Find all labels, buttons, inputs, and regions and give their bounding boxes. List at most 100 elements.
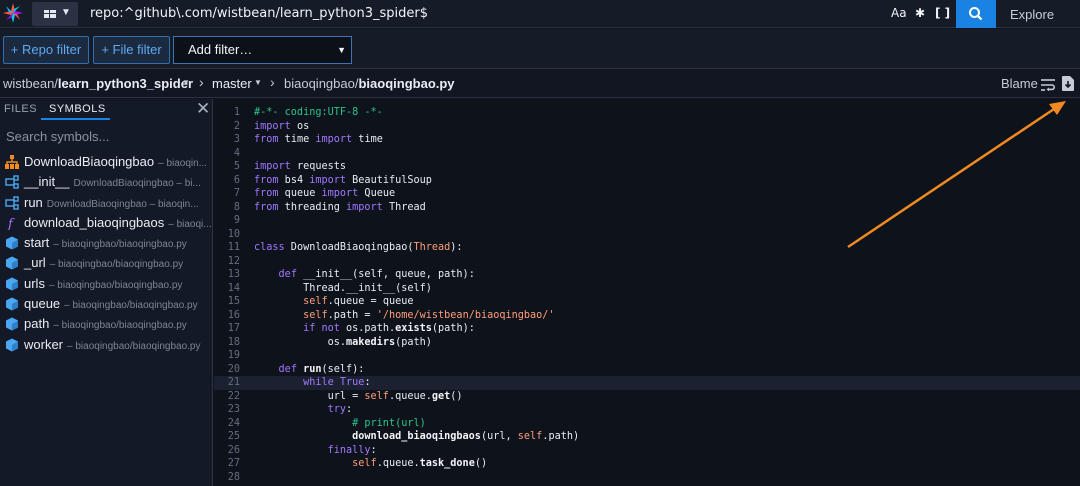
line-number[interactable]: 19	[214, 349, 240, 363]
code-line[interactable]: 23 try:	[214, 403, 1080, 417]
code-text: from threading import Thread	[254, 201, 426, 213]
line-number[interactable]: 17	[214, 322, 240, 336]
chevron-down-icon[interactable]: ▼	[182, 78, 190, 87]
code-line[interactable]: 12	[214, 255, 1080, 269]
method-icon	[5, 175, 19, 189]
breadcrumb-repo[interactable]: wistbean/learn_python3_spider	[3, 76, 193, 91]
tab-files[interactable]: FILES	[4, 103, 37, 115]
structural-search-toggle[interactable]: [ ]	[935, 6, 950, 20]
line-number[interactable]: 8	[214, 201, 240, 215]
add-filter-label: Add filter…	[188, 42, 253, 57]
line-number[interactable]: 3	[214, 133, 240, 147]
case-sensitivity-toggle[interactable]: Aa	[891, 6, 907, 20]
code-line[interactable]: 25 download_biaoqingbaos(url, self.path)	[214, 430, 1080, 444]
sidebar: FILES SYMBOLS ✕ DownloadBiaoqingbao– bia…	[0, 99, 213, 486]
explore-link[interactable]: Explore	[1010, 7, 1054, 22]
line-number[interactable]: 2	[214, 120, 240, 134]
code-line[interactable]: 26 finally:	[214, 444, 1080, 458]
symbol-name: run DownloadBiaoqingbao – biaoqin...	[24, 194, 199, 210]
symbol-search-input[interactable]	[0, 125, 212, 147]
search-context-dropdown[interactable]: ▼	[32, 2, 78, 26]
code-line[interactable]: 17 if not os.path.exists(path):	[214, 322, 1080, 336]
symbol-item[interactable]: start – biaoqingbao/biaoqingbao.py	[0, 233, 212, 253]
line-number[interactable]: 4	[214, 147, 240, 161]
line-number[interactable]: 26	[214, 444, 240, 458]
line-number[interactable]: 16	[214, 309, 240, 323]
symbol-item[interactable]: f download_biaoqingbaos – biaoqi...	[0, 213, 212, 233]
line-number[interactable]: 5	[214, 160, 240, 174]
view-raw-file-icon[interactable]	[1062, 76, 1074, 91]
code-line[interactable]: 18 os.makedirs(path)	[214, 336, 1080, 350]
sourcegraph-logo-icon[interactable]	[2, 2, 24, 24]
svg-text:f: f	[7, 217, 15, 230]
symbol-item[interactable]: worker – biaoqingbao/biaoqingbao.py	[0, 335, 212, 355]
symbol-item[interactable]: _url – biaoqingbao/biaoqingbao.py	[0, 253, 212, 273]
repo-filter-button[interactable]: + Repo filter	[3, 36, 89, 64]
line-number[interactable]: 11	[214, 241, 240, 255]
symbol-item[interactable]: path – biaoqingbao/biaoqingbao.py	[0, 314, 212, 334]
code-line[interactable]: 19	[214, 349, 1080, 363]
line-number[interactable]: 20	[214, 363, 240, 377]
line-number[interactable]: 21	[214, 376, 240, 390]
symbol-location: – biaoqingbao/biaoqingbao.py	[48, 279, 183, 291]
code-line[interactable]: 15 self.queue = queue	[214, 295, 1080, 309]
variable-icon	[5, 297, 19, 311]
symbol-location: – biaoqin...	[158, 158, 208, 169]
line-number[interactable]: 28	[214, 471, 240, 485]
add-filter-select[interactable]: Add filter… ▼	[173, 36, 352, 64]
line-number[interactable]: 9	[214, 214, 240, 228]
symbol-item[interactable]: DownloadBiaoqingbao – biaoqin...	[0, 152, 212, 172]
code-line[interactable]: 21 while True:	[214, 376, 1080, 390]
variable-icon	[5, 256, 19, 270]
line-number[interactable]: 1	[214, 106, 240, 120]
symbol-name: urls – biaoqingbao/biaoqingbao.py	[24, 275, 183, 291]
code-line[interactable]: 16 self.path = '/home/wistbean/biaoqingb…	[214, 309, 1080, 323]
wrap-lines-icon[interactable]	[1040, 78, 1056, 92]
annotation-arrow	[847, 101, 1066, 249]
line-number[interactable]: 6	[214, 174, 240, 188]
line-number[interactable]: 13	[214, 268, 240, 282]
symbol-item[interactable]: queue – biaoqingbao/biaoqingbao.py	[0, 294, 212, 314]
close-icon[interactable]: ✕	[196, 99, 210, 119]
regex-toggle[interactable]: ✱	[915, 6, 925, 20]
code-text: from bs4 import BeautifulSoup	[254, 174, 432, 186]
symbol-item[interactable]: run DownloadBiaoqingbao – biaoqin...	[0, 193, 212, 213]
search-button[interactable]	[956, 0, 996, 28]
tab-symbols[interactable]: SYMBOLS	[49, 103, 106, 115]
blame-button[interactable]: Blame	[1001, 76, 1038, 91]
code-text: def run(self):	[278, 363, 365, 375]
symbol-location: – biaoqingbao/biaoqingbao.py	[49, 259, 184, 271]
line-number[interactable]: 18	[214, 336, 240, 350]
line-number[interactable]: 14	[214, 282, 240, 296]
line-number[interactable]: 23	[214, 403, 240, 417]
code-line[interactable]: 28	[214, 471, 1080, 485]
code-line[interactable]: 22 url = self.queue.get()	[214, 390, 1080, 404]
code-text: if not os.path.exists(path):	[303, 323, 475, 334]
symbol-location: DownloadBiaoqingbao – bi...	[73, 178, 201, 190]
code-line[interactable]: 20 def run(self):	[214, 363, 1080, 377]
line-number[interactable]: 7	[214, 187, 240, 201]
line-number[interactable]: 27	[214, 457, 240, 471]
symbol-item[interactable]: __init__ DownloadBiaoqingbao – bi...	[0, 172, 212, 192]
code-line[interactable]: 27 self.queue.task_done()	[214, 457, 1080, 471]
code-line[interactable]: 13 def __init__(self, queue, path):	[214, 268, 1080, 282]
symbol-item[interactable]: urls – biaoqingbao/biaoqingbao.py	[0, 274, 212, 294]
chevron-down-icon: ▼	[337, 45, 346, 55]
line-number[interactable]: 22	[214, 390, 240, 404]
line-number[interactable]: 15	[214, 295, 240, 309]
line-number[interactable]: 24	[214, 417, 240, 431]
line-number[interactable]: 12	[214, 255, 240, 269]
search-query-input[interactable]: repo:^github\.com/wistbean/learn_python3…	[90, 6, 428, 21]
code-line[interactable]: 14 Thread.__init__(self)	[214, 282, 1080, 296]
symbol-location: – biaoqi...	[168, 218, 212, 230]
chevron-down-icon[interactable]: ▼	[254, 78, 262, 87]
code-line[interactable]: 24 # print(url)	[214, 417, 1080, 431]
file-filter-button[interactable]: + File filter	[93, 36, 170, 64]
code-text: url = self.queue.get()	[254, 390, 463, 402]
line-number[interactable]: 10	[214, 228, 240, 242]
code-text: self.queue = queue	[303, 296, 414, 307]
breadcrumb-path[interactable]: biaoqingbao/biaoqingbao.py	[284, 76, 455, 91]
line-number[interactable]: 25	[214, 430, 240, 444]
breadcrumb: wistbean/learn_python3_spider ▼ › master…	[0, 70, 1080, 98]
breadcrumb-branch[interactable]: master	[212, 76, 252, 91]
